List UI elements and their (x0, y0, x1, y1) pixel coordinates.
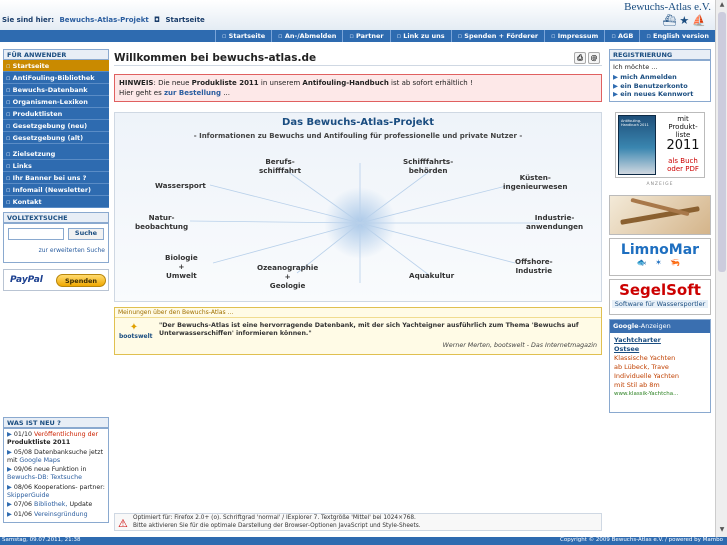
node-oceanography-geology[interactable]: Ozeanographie + Geologie (257, 263, 318, 290)
menu-item-banner[interactable]: Ihr Banner bei uns ? (3, 172, 109, 184)
node-coastal-engineering[interactable]: Küsten-ingenieurwesen (503, 173, 568, 191)
footer-copyright: Copyright © 2009 Bewuchs-Atlas e.V. / po… (560, 537, 723, 543)
nav-startseite[interactable]: Startseite (214, 30, 271, 42)
bootswelt-logo: ✦ bootswelt (119, 322, 153, 340)
news-item[interactable]: 05/08 Datenbanksuche jetzt mit Google Ma… (7, 449, 105, 466)
tools-ad-banner[interactable] (609, 195, 711, 235)
print-icon[interactable]: ⎙ (574, 52, 586, 64)
search-heading: VOLLTEXTSUCHE (3, 212, 109, 223)
node-shipping-authorities[interactable]: Schifffahrts-behörden (403, 157, 453, 175)
menu-item-law-old[interactable]: Gesetzgebung (alt) (3, 132, 109, 144)
project-diagram: Das Bewuchs-Atlas-Projekt - Informatione… (114, 112, 602, 302)
testimonial-source: Werner Merten, bootswelt - Das Internetm… (442, 342, 597, 349)
nav-imprint[interactable]: Impressum (544, 30, 604, 42)
user-menu: Startseite AntiFouling-Bibliothek Bewuch… (3, 60, 109, 208)
top-navigation: Startseite An-/Abmelden Partner Link zu … (0, 30, 715, 42)
header: Sie sind hier: Bewuchs-Atlas-Projekt ◘ S… (0, 0, 715, 30)
menu-item-links[interactable]: Links (3, 160, 109, 172)
left-sidebar: FÜR ANWENDER Startseite AntiFouling-Bibl… (3, 49, 109, 263)
footer: Samstag, 09.07.2011, 21:38 Copyright © 2… (0, 537, 727, 545)
account-link[interactable]: ein Benutzerkonto (613, 82, 707, 91)
node-nature-observation[interactable]: Natur-beobachtung (135, 213, 188, 231)
warning-icon: ⚠ (118, 517, 128, 530)
news-item[interactable]: 01/06 Vereinsgründung (7, 511, 105, 519)
nav-english[interactable]: English version (639, 30, 715, 42)
brand-title: Bewuchs-Atlas e.V. (624, 1, 711, 13)
paypal-donate-button[interactable]: Spenden (56, 274, 106, 287)
paypal-logo: PayPal (10, 275, 43, 285)
boat-star-logo-icon: ⛴★⛵ (662, 14, 709, 27)
limnomar-ad[interactable]: LimnoMar 🐟 ✶ 🦐 (609, 238, 711, 276)
page-title: Willkommen bei bewuchs-atlas.de ⎙ @ (114, 48, 602, 66)
google-ads: Google-Anzeigen Yachtcharter Ostsee Klas… (609, 319, 711, 413)
breadcrumb-label: Sie sind hier: (2, 16, 55, 24)
news-item[interactable]: 08/06 Kooperations- partner: SkipperGuid… (7, 484, 105, 501)
node-offshore-industry[interactable]: Offshore- Industrie (515, 257, 553, 275)
browser-notice: ⚠ Optimiert für: Firefox 2.0+ (o). Schri… (114, 513, 602, 531)
menu-item-startseite[interactable]: Startseite (3, 60, 109, 72)
segelsoft-ad[interactable]: SegelSoft Software für Wassersportler (609, 279, 711, 315)
testimonial-heading: Meinungen über den Bewuchs-Atlas ... (115, 308, 601, 318)
registration-box: Ich möchte ... mich Anmelden ein Benutze… (609, 60, 711, 102)
scroll-up-icon[interactable]: ▲ (717, 1, 727, 11)
search-input[interactable] (8, 228, 64, 240)
nav-terms[interactable]: AGB (604, 30, 639, 42)
right-sidebar: REGISTRIERUNG Ich möchte ... mich Anmeld… (609, 49, 711, 413)
menu-item-newsletter[interactable]: Infomail (Newsletter) (3, 184, 109, 196)
news-heading: WAS IST NEU ? (3, 417, 109, 428)
menu-item-product-lists[interactable]: Produktlisten (3, 108, 109, 120)
node-aquaculture[interactable]: Aquakultur (409, 271, 454, 280)
menu-item-library[interactable]: AntiFouling-Bibliothek (3, 72, 109, 84)
node-commercial-shipping[interactable]: Berufs-schifffahrt (259, 157, 301, 175)
google-ad-link[interactable]: Yachtcharter Ostsee Klassische Yachten a… (610, 333, 710, 398)
ad-label: ANZEIGE (646, 182, 674, 187)
nav-donate[interactable]: Spenden + Förderer (450, 30, 544, 42)
breadcrumb-site-link[interactable]: Bewuchs-Atlas-Projekt (59, 16, 148, 24)
extended-search-link[interactable]: zur erweiterten Suche (39, 247, 105, 254)
menu-item-goals[interactable]: Zielsetzung (3, 148, 109, 160)
notice-box: HINWEIS: Die neue Produkliste 2011 in un… (114, 74, 602, 102)
registration-heading: REGISTRIERUNG (609, 49, 711, 60)
nav-login[interactable]: An-/Abmelden (271, 30, 342, 42)
testimonial-text: "Der Bewuchs-Atlas ist eine hervorragend… (159, 322, 579, 337)
testimonial-box: Meinungen über den Bewuchs-Atlas ... ✦ bo… (114, 307, 602, 355)
order-link[interactable]: zur Bestellung (164, 89, 221, 97)
handbook-ad[interactable]: Antifouling-Handbuch 2011 mit Produkt-lis… (615, 112, 705, 178)
user-menu-heading: FÜR ANWENDER (3, 49, 109, 60)
search-button[interactable]: Suche (68, 228, 104, 240)
nav-partner[interactable]: Partner (342, 30, 389, 42)
breadcrumb-current: Startseite (165, 16, 205, 24)
footer-date: Samstag, 09.07.2011, 21:38 (2, 537, 81, 543)
node-industrial-applications[interactable]: Industrie-anwendungen (526, 213, 583, 231)
node-water-sports[interactable]: Wassersport (155, 181, 206, 190)
node-biology-environment[interactable]: Biologie + Umwelt (165, 253, 198, 280)
password-link[interactable]: ein neues Kennwort (613, 90, 707, 99)
news-item[interactable]: 07/06 Bibliothek, Update (7, 501, 105, 509)
menu-item-database[interactable]: Bewuchs-Datenbank (3, 84, 109, 96)
menu-item-lexicon[interactable]: Organismen-Lexikon (3, 96, 109, 108)
menu-item-law-new[interactable]: Gesetzgebung (neu) (3, 120, 109, 132)
email-icon[interactable]: @ (588, 52, 600, 64)
news-item[interactable]: 01/10 Veröffentlichung der Produktliste … (7, 431, 105, 448)
menu-item-contact[interactable]: Kontakt (3, 196, 109, 208)
register-link[interactable]: mich Anmelden (613, 73, 707, 82)
vertical-scrollbar[interactable]: ▲ ▼ (715, 0, 727, 537)
nav-link-to-us[interactable]: Link zu uns (389, 30, 451, 42)
search-box: Suche zur erweiterten Suche (3, 223, 109, 263)
main-content: Willkommen bei bewuchs-atlas.de ⎙ @ HINWE… (114, 48, 602, 355)
breadcrumb: Sie sind hier: Bewuchs-Atlas-Projekt ◘ S… (2, 16, 205, 24)
scroll-down-icon[interactable]: ▼ (717, 526, 727, 536)
paypal-donate: PayPal Spenden (3, 269, 109, 291)
scroll-thumb[interactable] (718, 12, 726, 272)
news-box: WAS IST NEU ? 01/10 Veröffentlichung der… (3, 417, 109, 523)
news-item[interactable]: 09/06 neue Funktion in Bewuchs-DB: Texts… (7, 466, 105, 483)
book-cover: Antifouling-Handbuch 2011 (618, 115, 656, 175)
